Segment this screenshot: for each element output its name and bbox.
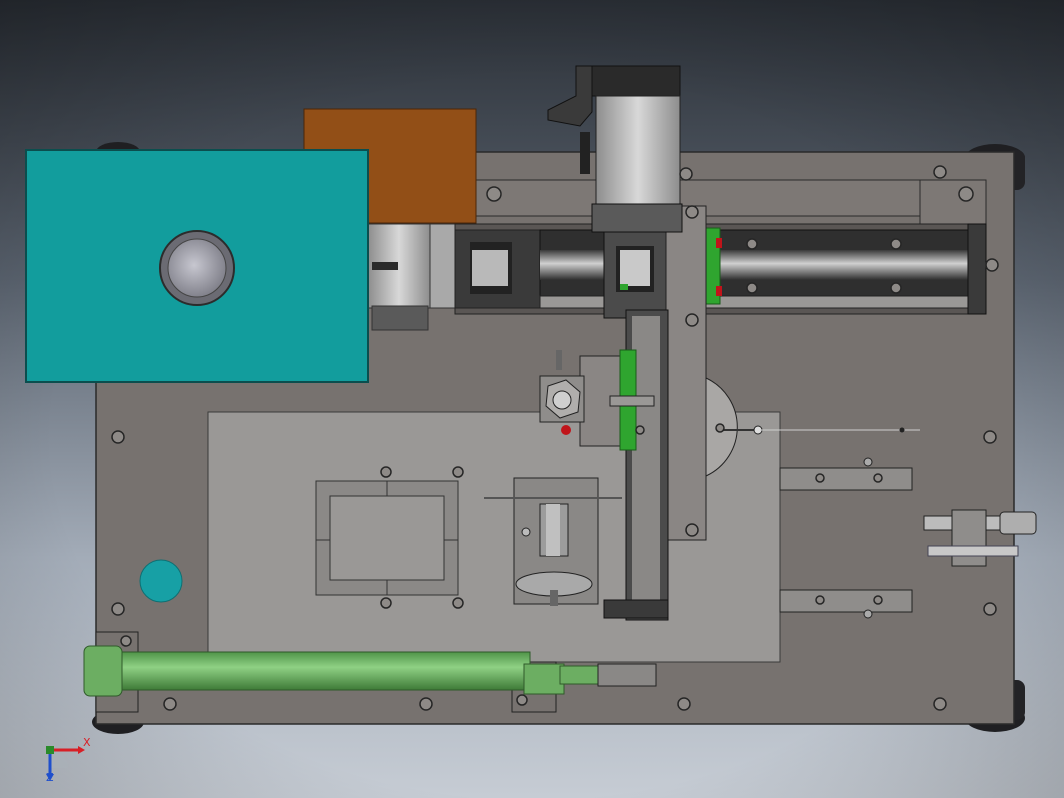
square-frame-fixture [315,480,459,596]
cad-viewport[interactable] [0,0,1064,798]
horizontal-linear-actuator [454,223,987,315]
teal-locator-mark [139,559,183,603]
triad-x-label: X [83,736,91,749]
rear-rail-plate [475,179,987,217]
coordinate-triad: X Z [40,730,100,785]
triad-z-label: Z [46,771,54,784]
servo-drive-box [25,149,369,383]
